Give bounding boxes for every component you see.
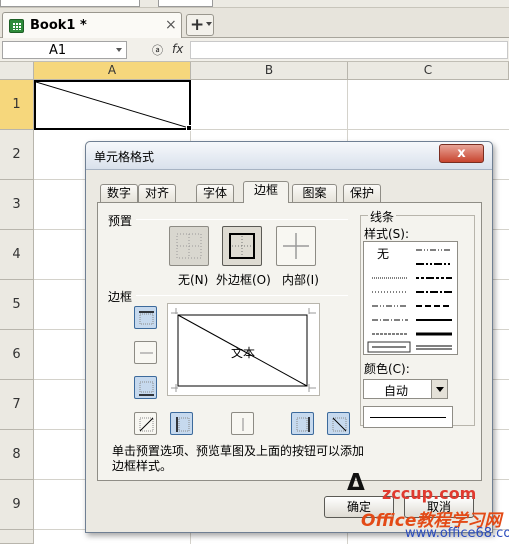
column-header-b[interactable]: B bbox=[191, 62, 348, 80]
preset-none-button[interactable] bbox=[169, 226, 209, 266]
row-header-8[interactable]: 8 bbox=[0, 430, 34, 480]
preset-inside-button[interactable] bbox=[276, 226, 316, 266]
preview-text: 文本 bbox=[231, 346, 256, 360]
border-left-button[interactable] bbox=[170, 412, 193, 435]
preset-outline-icon bbox=[229, 233, 255, 259]
row-header-1[interactable]: 1 bbox=[0, 80, 34, 130]
plus-icon: + bbox=[190, 15, 205, 35]
row-header-7[interactable]: 7 bbox=[0, 380, 34, 430]
selected-cell-a1[interactable] bbox=[34, 80, 191, 130]
fill-handle[interactable] bbox=[186, 125, 192, 131]
chevron-down-icon bbox=[206, 22, 212, 26]
tab-protection[interactable]: 保护 bbox=[343, 184, 381, 203]
line-style-list[interactable]: 无 bbox=[363, 241, 458, 355]
dialog-title: 单元格格式 bbox=[94, 150, 155, 164]
row-header-3[interactable]: 3 bbox=[0, 180, 34, 230]
diagonal-up-icon bbox=[139, 417, 154, 432]
font-size-field[interactable] bbox=[158, 0, 213, 7]
tab-font[interactable]: 字体 bbox=[196, 184, 234, 203]
style-label: 样式(S): bbox=[364, 227, 410, 241]
border-center-button[interactable] bbox=[231, 412, 254, 435]
border-preview[interactable]: 文本 bbox=[167, 303, 320, 396]
color-label: 颜色(C): bbox=[364, 362, 410, 376]
border-divider bbox=[136, 295, 348, 296]
row-header-10[interactable] bbox=[0, 530, 34, 544]
color-value: 自动 bbox=[384, 384, 409, 398]
preset-outline-label: 外边框(O) bbox=[216, 273, 271, 287]
border-middle-button[interactable] bbox=[134, 341, 157, 364]
chevron-down-icon[interactable] bbox=[116, 48, 122, 52]
color-dropdown[interactable]: 自动 bbox=[363, 379, 448, 399]
new-workbook-button[interactable]: + bbox=[186, 14, 214, 36]
row-header-6[interactable]: 6 bbox=[0, 330, 34, 380]
preset-inside-label: 内部(I) bbox=[282, 273, 319, 287]
tab-alignment[interactable]: 对齐 bbox=[138, 184, 176, 203]
row-header-4[interactable]: 4 bbox=[0, 230, 34, 280]
column-header-a[interactable]: A bbox=[34, 62, 191, 80]
border-label: 边框 bbox=[108, 290, 133, 304]
border-right-icon bbox=[296, 417, 310, 432]
presets-divider bbox=[136, 219, 348, 220]
diagonal-down-icon bbox=[332, 417, 347, 432]
border-tab-panel: 预置 无(N) 外边框(O) 内部(I) 边框 文本 单击预置选项、预览草图及上… bbox=[97, 202, 482, 481]
border-diagonal-down-button[interactable] bbox=[327, 412, 350, 435]
column-header-c[interactable]: C bbox=[348, 62, 509, 80]
line-preview bbox=[363, 406, 453, 428]
border-top-icon bbox=[139, 311, 154, 325]
border-left-icon bbox=[176, 417, 190, 432]
row-header-9[interactable]: 9 bbox=[0, 480, 34, 530]
preset-inside-icon bbox=[283, 233, 309, 259]
workbook-tab-bar: Book1 * × + bbox=[0, 8, 509, 38]
tab-number[interactable]: 数字 bbox=[100, 184, 138, 203]
watermark-url: zccup.com bbox=[382, 484, 477, 503]
chevron-down-icon[interactable] bbox=[431, 380, 447, 398]
preset-outline-button[interactable] bbox=[222, 226, 262, 266]
tab-border[interactable]: 边框 bbox=[243, 181, 289, 203]
toolbar-strip bbox=[0, 0, 509, 8]
workbook-tab[interactable]: Book1 * × bbox=[2, 12, 182, 38]
border-top-button[interactable] bbox=[134, 306, 157, 329]
formula-bar: A1 ⓐ fx bbox=[0, 38, 509, 62]
spreadsheet-icon bbox=[9, 19, 24, 33]
border-right-button[interactable] bbox=[291, 412, 314, 435]
border-bottom-button[interactable] bbox=[134, 376, 157, 399]
dialog-title-bar[interactable]: 单元格格式 x bbox=[86, 142, 492, 170]
hint-text: 单击预置选项、预览草图及上面的按钮可以添加边框样式。 bbox=[112, 444, 365, 473]
formula-input[interactable] bbox=[190, 41, 508, 59]
workbook-title: Book1 * bbox=[30, 18, 87, 33]
name-box-value: A1 bbox=[49, 43, 67, 58]
presets-label: 预置 bbox=[108, 214, 133, 228]
select-all-corner[interactable] bbox=[0, 62, 34, 80]
line-style-samples bbox=[367, 249, 452, 353]
preset-none-label: 无(N) bbox=[178, 273, 209, 287]
border-diagonal-up-button[interactable] bbox=[134, 412, 157, 435]
close-button[interactable]: x bbox=[439, 144, 484, 163]
diagonal-border bbox=[36, 82, 189, 128]
border-center-icon bbox=[242, 418, 244, 431]
border-bottom-icon bbox=[139, 381, 154, 396]
row-header-2[interactable]: 2 bbox=[0, 130, 34, 180]
tab-patterns[interactable]: 图案 bbox=[292, 184, 337, 203]
preset-none-icon bbox=[176, 233, 202, 259]
border-middle-icon bbox=[140, 352, 153, 354]
watermark: Δ zccup.com Office教程学习网 www.office68.com bbox=[345, 470, 509, 544]
font-style-buttons[interactable] bbox=[225, 0, 285, 7]
close-icon[interactable]: × bbox=[165, 17, 177, 33]
row-header-5[interactable]: 5 bbox=[0, 280, 34, 330]
watermark-logo-icon: Δ bbox=[347, 470, 365, 496]
magnifier-icon[interactable]: ⓐ bbox=[152, 42, 163, 58]
function-icon[interactable]: fx bbox=[172, 42, 183, 56]
watermark-url-2: www.office68.com bbox=[405, 526, 509, 541]
name-box[interactable]: A1 bbox=[2, 41, 127, 59]
font-name-field[interactable] bbox=[0, 0, 140, 7]
line-group-label: 线条 bbox=[368, 208, 397, 225]
